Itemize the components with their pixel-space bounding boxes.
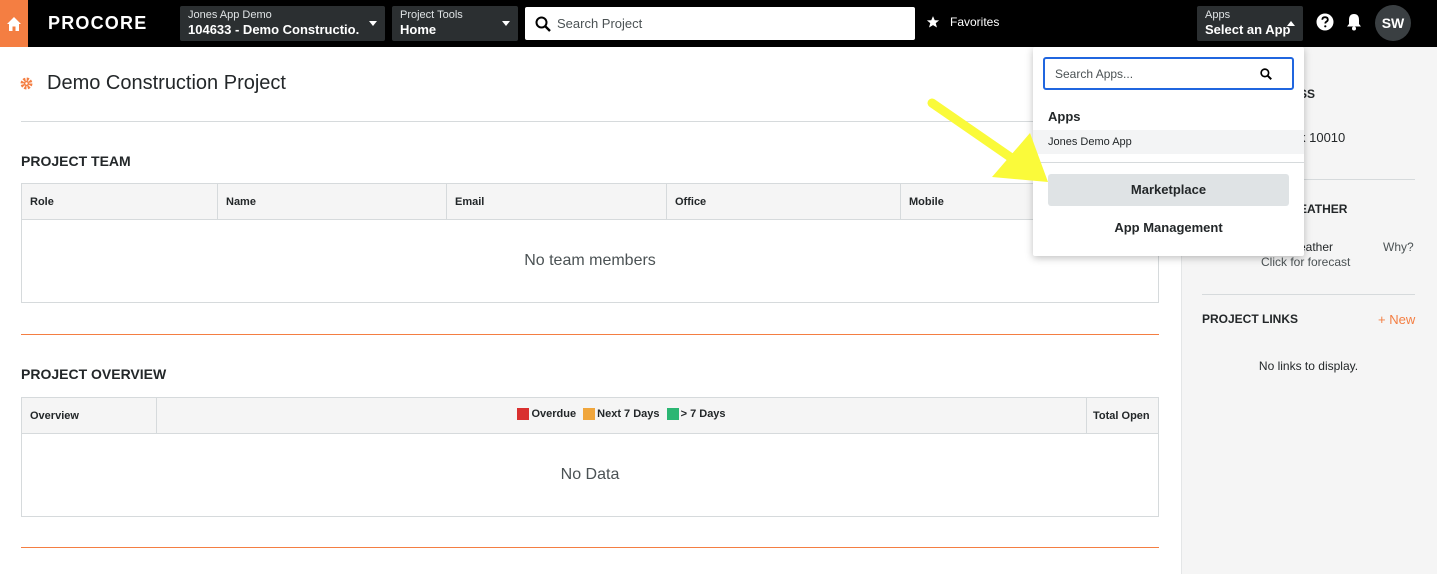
new-link-button[interactable]: + New bbox=[1378, 312, 1415, 327]
column-header-name[interactable]: Name bbox=[217, 183, 447, 220]
favorites-label: Favorites bbox=[950, 15, 1000, 29]
why-link[interactable]: Why? bbox=[1383, 240, 1414, 254]
table-header-row: Overview Overdue Next 7 Days > 7 Days To… bbox=[21, 397, 1159, 434]
apps-selector[interactable]: Apps Select an App bbox=[1197, 6, 1303, 41]
apps-value: Select an App bbox=[1205, 22, 1291, 37]
user-avatar[interactable]: SW bbox=[1375, 5, 1411, 41]
legend-next-7-days: Next 7 Days bbox=[583, 408, 660, 420]
chevron-down-icon bbox=[502, 21, 510, 26]
project-team-title: PROJECT TEAM bbox=[21, 153, 131, 169]
company-project-selector[interactable]: Jones App Demo 104633 - Demo Constructio… bbox=[180, 6, 385, 41]
legend-label: Next 7 Days bbox=[597, 408, 660, 420]
search-input[interactable] bbox=[557, 16, 897, 31]
page-title: Demo Construction Project bbox=[47, 72, 286, 94]
chevron-up-icon bbox=[1287, 21, 1295, 26]
project-search[interactable] bbox=[525, 7, 915, 40]
project-overview-title: PROJECT OVERVIEW bbox=[21, 366, 167, 382]
dropdown-divider bbox=[1033, 162, 1304, 163]
weather-heading: EATHER bbox=[1299, 202, 1348, 216]
column-header-office[interactable]: Office bbox=[666, 183, 901, 220]
search-icon bbox=[1260, 67, 1272, 80]
marketplace-button[interactable]: Marketplace bbox=[1048, 174, 1289, 206]
search-icon bbox=[535, 16, 551, 32]
empty-state-text: No Data bbox=[21, 433, 1159, 517]
table-row: No team members bbox=[21, 219, 1159, 303]
project-links-title: PROJECT LINKS bbox=[1202, 312, 1299, 326]
home-icon bbox=[7, 16, 21, 31]
legend-label: > 7 Days bbox=[680, 408, 726, 420]
home-button[interactable] bbox=[0, 0, 28, 47]
empty-state-text: No team members bbox=[21, 219, 1159, 303]
apps-search[interactable] bbox=[1043, 57, 1294, 90]
bell-icon bbox=[1347, 14, 1361, 31]
company-name: Jones App Demo bbox=[188, 9, 272, 21]
project-tools-value: Home bbox=[400, 22, 437, 37]
legend-over-7-days: > 7 Days bbox=[666, 408, 726, 420]
column-header-role[interactable]: Role bbox=[21, 183, 218, 220]
address-line-2: k 10010 bbox=[1299, 130, 1346, 145]
apps-dropdown-menu: Apps Jones Demo App Marketplace App Mana… bbox=[1033, 47, 1304, 256]
legend-label: Overdue bbox=[531, 408, 577, 420]
page-header: Demo Construction Project bbox=[20, 72, 286, 95]
links-empty-text: No links to display. bbox=[1258, 359, 1359, 373]
apps-label: Apps bbox=[1205, 9, 1231, 21]
table-row: No Data bbox=[21, 433, 1159, 517]
section-divider bbox=[21, 547, 1159, 548]
apps-search-input[interactable] bbox=[1055, 66, 1260, 81]
next-7-days-swatch bbox=[583, 408, 596, 420]
column-header-total-open: Total Open bbox=[1086, 397, 1159, 434]
over-7-days-swatch bbox=[666, 408, 679, 420]
forecast-link[interactable]: Click for forecast bbox=[1261, 255, 1350, 269]
highlight-arrow-icon bbox=[927, 98, 1048, 182]
legend-overdue: Overdue bbox=[517, 408, 576, 420]
project-tools-selector[interactable]: Project Tools Home bbox=[392, 6, 518, 41]
gear-icon[interactable] bbox=[20, 77, 33, 90]
help-button[interactable] bbox=[1315, 12, 1335, 32]
app-management-link[interactable]: App Management bbox=[1048, 220, 1289, 235]
column-header-overview: Overview bbox=[21, 397, 157, 434]
section-divider bbox=[21, 334, 1159, 335]
chevron-down-icon bbox=[369, 21, 377, 26]
project-tools-label: Project Tools bbox=[400, 9, 463, 21]
project-overview-table: Overview Overdue Next 7 Days > 7 Days To… bbox=[21, 397, 1159, 517]
status-legend: Overdue Next 7 Days > 7 Days bbox=[156, 397, 1087, 434]
overdue-swatch bbox=[517, 408, 530, 420]
project-team-table: Role Name Email Office Mobile No team me… bbox=[21, 183, 1159, 303]
notifications-button[interactable] bbox=[1344, 12, 1364, 32]
procore-logo[interactable]: PROCORE bbox=[48, 13, 147, 34]
app-item-jones-demo-app[interactable]: Jones Demo App bbox=[1033, 130, 1304, 154]
top-navigation-bar: PROCORE Jones App Demo 104633 - Demo Con… bbox=[0, 0, 1437, 47]
help-icon bbox=[1316, 13, 1334, 31]
star-icon bbox=[926, 16, 940, 28]
project-name: 104633 - Demo Constructio... bbox=[188, 22, 360, 37]
column-header-email[interactable]: Email bbox=[446, 183, 667, 220]
weather-text: eather bbox=[1299, 240, 1334, 254]
panel-divider bbox=[1202, 294, 1415, 295]
favorites-button[interactable]: Favorites bbox=[926, 15, 999, 29]
